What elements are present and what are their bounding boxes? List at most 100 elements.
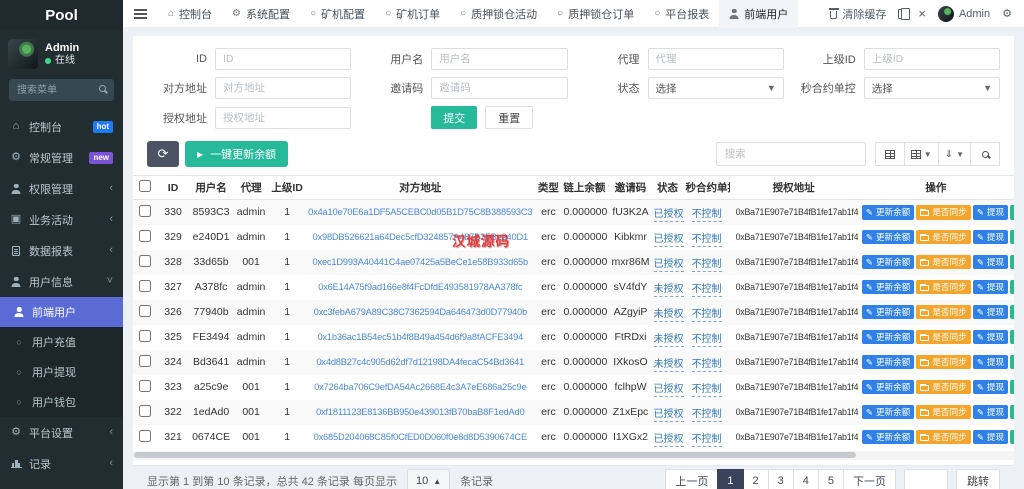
jump-page-input[interactable] xyxy=(904,469,948,489)
page-number-button[interactable]: 1 xyxy=(717,468,744,489)
fullscreen-button[interactable]: × xyxy=(918,6,926,21)
contract-control-link[interactable]: 不控制 xyxy=(691,233,722,247)
username-input[interactable] xyxy=(431,48,568,70)
status-link[interactable]: 已授权 xyxy=(653,233,684,247)
withdraw-button[interactable]: ✎ 提现 xyxy=(972,354,1009,370)
row-checkbox[interactable] xyxy=(139,404,151,417)
edit-button[interactable]: ✎ xyxy=(1010,354,1014,370)
sync-button[interactable]: 是否同步 xyxy=(916,204,971,220)
withdraw-button[interactable]: ✎ 提现 xyxy=(972,279,1009,295)
row-checkbox[interactable] xyxy=(139,229,151,242)
withdraw-button[interactable]: ✎ 提现 xyxy=(972,429,1009,445)
status-link[interactable]: 已授权 xyxy=(653,408,684,422)
sync-button[interactable]: 是否同步 xyxy=(916,304,971,320)
status-link[interactable]: 未授权 xyxy=(653,358,684,372)
withdraw-button[interactable]: ✎ 提现 xyxy=(972,329,1009,345)
row-checkbox[interactable] xyxy=(139,204,151,217)
tab-miner-orders[interactable]: ○ 矿机订单 xyxy=(375,0,450,28)
sidebar-item-platform-settings[interactable]: ⚙ 平台设置 ‹ xyxy=(0,417,123,448)
status-link[interactable]: 已授权 xyxy=(653,383,684,397)
page-number-button[interactable]: 2 xyxy=(742,468,769,489)
col-balance[interactable]: 链上余额⇅ xyxy=(561,175,610,200)
address-link[interactable]: 0xc3febA679A89C38C7362594Da646473d0D7794… xyxy=(314,307,528,317)
address-link[interactable]: 0xf1811123E8136BB950e439013fB70baB8F1edA… xyxy=(316,407,525,417)
edit-button[interactable]: ✎ xyxy=(1010,204,1014,220)
contract-control-link[interactable]: 不控制 xyxy=(691,283,722,297)
contract-control-link[interactable]: 不控制 xyxy=(691,258,722,272)
withdraw-button[interactable]: ✎ 提现 xyxy=(972,379,1009,395)
page-number-button[interactable]: 4 xyxy=(792,468,819,489)
edit-button[interactable]: ✎ xyxy=(1010,379,1014,395)
tab-dashboard[interactable]: ⌂ 控制台 xyxy=(158,0,222,28)
agent-input[interactable] xyxy=(647,48,784,70)
navbar-settings-button[interactable]: ⚙ xyxy=(1002,7,1012,20)
sync-button[interactable]: 是否同步 xyxy=(916,229,971,245)
address-link[interactable]: 0x6E14A75f9ad166e8f4FcDfdE493581978AA378… xyxy=(318,282,522,292)
parent-id-input[interactable] xyxy=(863,48,1000,70)
invite-input[interactable] xyxy=(431,77,568,99)
sync-button[interactable]: 是否同步 xyxy=(916,254,971,270)
update-balance-button[interactable]: ✎ 更新余额 xyxy=(861,279,915,295)
sync-button[interactable]: 是否同步 xyxy=(916,329,971,345)
row-checkbox[interactable] xyxy=(139,379,151,392)
address-link[interactable]: 0x685D204068C85f0CfED0D060f0e8d8D5390674… xyxy=(314,432,528,442)
prev-page-button[interactable]: 上一页 xyxy=(665,468,719,489)
id-input[interactable] xyxy=(215,48,352,70)
page-number-button[interactable]: 5 xyxy=(817,468,844,489)
edit-button[interactable]: ✎ xyxy=(1010,404,1014,420)
address-link[interactable]: 0x4a10e70E6a1DF5A5CEBC0d05B1D75C8B388593… xyxy=(308,207,532,217)
row-checkbox[interactable] xyxy=(139,329,151,342)
status-link[interactable]: 已授权 xyxy=(653,433,684,447)
edit-button[interactable]: ✎ xyxy=(1010,429,1014,445)
sidebar-item-reports[interactable]: 数据报表 ‹ xyxy=(0,235,123,266)
sidebar-item-user-recharge[interactable]: ○ 用户充值 xyxy=(0,327,123,357)
page-number-button[interactable]: 3 xyxy=(767,468,794,489)
contract-control-link[interactable]: 不控制 xyxy=(691,308,722,322)
row-checkbox[interactable] xyxy=(139,254,151,267)
next-page-button[interactable]: 下一页 xyxy=(843,468,896,489)
contract-control-link[interactable]: 不控制 xyxy=(691,408,722,422)
row-checkbox[interactable] xyxy=(139,304,151,317)
update-balance-button[interactable]: ✎ 更新余额 xyxy=(861,229,915,245)
row-checkbox[interactable] xyxy=(139,279,151,292)
refresh-button[interactable]: ⟳ xyxy=(147,141,179,167)
navbar-user[interactable]: Admin xyxy=(937,5,990,22)
sidebar-item-business[interactable]: ▣ 业务活动 ‹ xyxy=(0,204,123,235)
contract-control-select[interactable]: 选择 ▼ xyxy=(863,77,1000,99)
scrollbar-thumb[interactable] xyxy=(134,452,857,458)
auth-address-input[interactable] xyxy=(215,106,352,129)
refresh-page-button[interactable] xyxy=(898,7,911,20)
search-button[interactable] xyxy=(970,142,1000,166)
contract-control-link[interactable]: 不控制 xyxy=(691,333,722,347)
sidebar-item-user-withdraw[interactable]: ○ 用户提现 xyxy=(0,357,123,387)
status-link[interactable]: 未授权 xyxy=(653,333,684,347)
update-balance-button[interactable]: ✎ 更新余额 xyxy=(861,204,915,220)
row-checkbox[interactable] xyxy=(139,354,151,367)
contract-control-link[interactable]: 不控制 xyxy=(691,208,722,222)
update-balance-button[interactable]: ✎ 更新余额 xyxy=(861,379,915,395)
sync-button[interactable]: 是否同步 xyxy=(916,279,971,295)
status-select[interactable]: 选择 ▼ xyxy=(647,77,784,99)
contract-control-link[interactable]: 不控制 xyxy=(691,383,722,397)
sync-button[interactable]: 是否同步 xyxy=(916,429,971,445)
edit-button[interactable]: ✎ xyxy=(1010,254,1014,270)
submit-button[interactable]: 提交 xyxy=(431,106,478,129)
address-link[interactable]: 0x98DB526621a64Dec5cfD324857A487B3FBe240… xyxy=(313,232,529,242)
edit-button[interactable]: ✎ xyxy=(1010,279,1014,295)
sync-button[interactable]: 是否同步 xyxy=(916,354,971,370)
tab-system-config[interactable]: ⚙ 系统配置 xyxy=(222,0,300,28)
clear-cache-button[interactable]: 清除缓存 xyxy=(828,6,886,22)
withdraw-button[interactable]: ✎ 提现 xyxy=(972,204,1009,220)
edit-button[interactable]: ✎ xyxy=(1010,329,1014,345)
reset-button[interactable]: 重置 xyxy=(485,106,534,129)
address-link[interactable]: 0x1b36ac1B54ec51b4f8B49a454d6f9a8fACFE34… xyxy=(317,332,523,342)
tab-frontend-users[interactable]: 前端用户 xyxy=(719,0,799,28)
sidebar-item-dashboard[interactable]: ⌂ 控制台 hot xyxy=(0,111,123,142)
update-balance-button[interactable]: ✎ 更新余额 xyxy=(861,329,915,345)
sidebar-item-records[interactable]: 记录 ‹ xyxy=(0,448,123,479)
sidebar-item-frontend-users[interactable]: 前端用户 xyxy=(0,297,123,327)
sync-button[interactable]: 是否同步 xyxy=(916,404,971,420)
address-link[interactable]: 0xec1D993A40441C4ae07425a5BeCe1e58B933d6… xyxy=(313,257,529,267)
withdraw-button[interactable]: ✎ 提现 xyxy=(972,404,1009,420)
sidebar-search-input[interactable] xyxy=(9,79,114,101)
